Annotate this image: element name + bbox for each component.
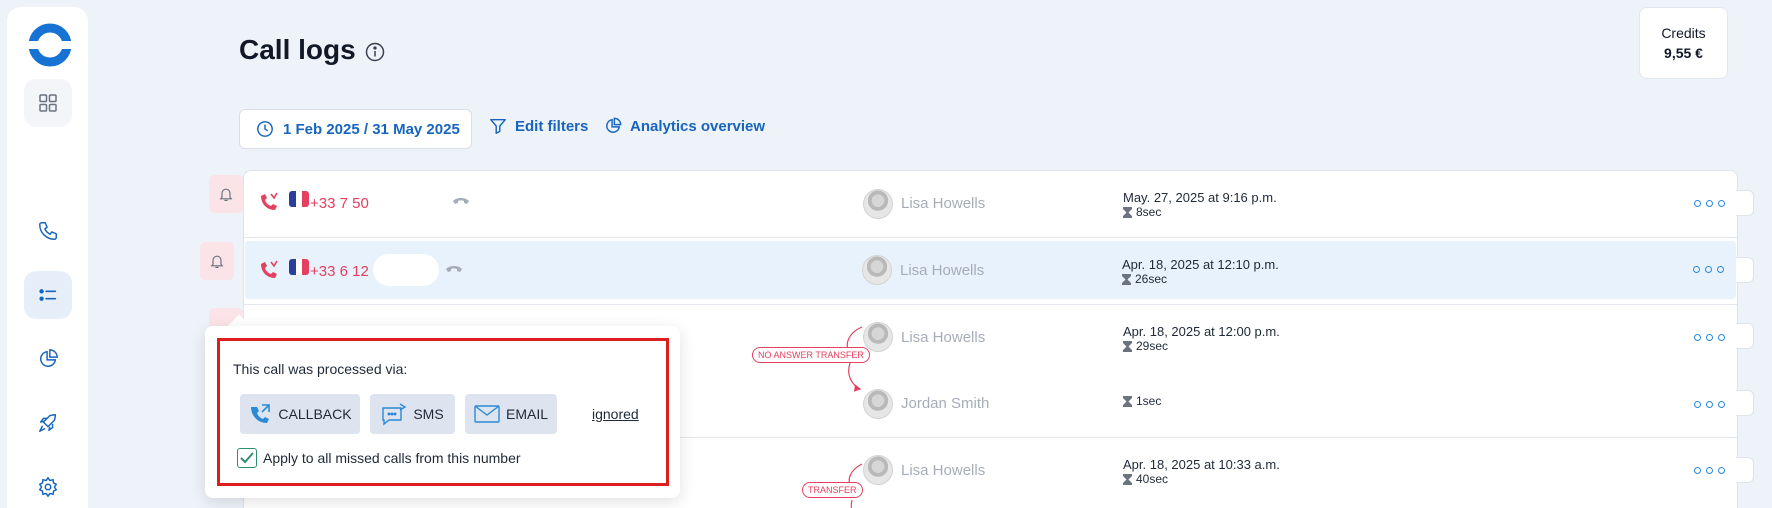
date-range-button[interactable]: 1 Feb 2025 / 31 May 2025	[239, 109, 472, 149]
duration-value: 8sec	[1136, 205, 1162, 219]
hourglass-icon	[1123, 340, 1132, 352]
ignored-link[interactable]: ignored	[592, 406, 639, 422]
nav-call-logs[interactable]	[24, 271, 72, 319]
phone-icon	[39, 222, 57, 240]
agent-name: Lisa Howells	[901, 329, 986, 346]
hourglass-icon	[1122, 273, 1131, 285]
call-duration: 29sec	[1123, 339, 1168, 353]
callback-icon	[251, 404, 271, 423]
bell-tab-row-1[interactable]	[209, 175, 243, 213]
duration-value: 26sec	[1135, 272, 1168, 286]
hourglass-icon	[1123, 395, 1132, 407]
agent-name: Lisa Howells	[900, 262, 985, 279]
analytics-overview-button[interactable]: Analytics overview	[604, 117, 765, 135]
more-options-icon[interactable]	[1694, 334, 1725, 341]
missed-call-icon	[261, 260, 278, 278]
row-side-tab	[1736, 257, 1754, 283]
nav-analytics[interactable]	[24, 335, 72, 383]
more-options-icon[interactable]	[1694, 401, 1725, 408]
call-duration: 26sec	[1122, 272, 1167, 286]
date-range-label: 1 Feb 2025 / 31 May 2025	[283, 120, 460, 138]
missed-call-icon	[261, 192, 278, 210]
row-side-tab	[1736, 323, 1754, 349]
avatar	[862, 255, 892, 285]
agent-name: Lisa Howells	[901, 195, 986, 212]
transfer-duration: 1sec	[1123, 394, 1161, 408]
nav-dashboard[interactable]	[24, 79, 72, 127]
credits-value: 9,55 €	[1664, 45, 1703, 61]
dashboard-icon	[39, 94, 57, 112]
caller-number[interactable]: +33 6 12	[310, 263, 369, 280]
avatar	[863, 455, 893, 485]
clock-icon	[257, 121, 273, 137]
transfer-agent-name: Jordan Smith	[901, 395, 990, 412]
duration-value: 1sec	[1136, 394, 1162, 408]
email-label: EMAIL	[505, 406, 548, 422]
call-date: Apr. 18, 2025 at 12:00 p.m.	[1123, 324, 1280, 339]
callback-button[interactable]: CALLBACK	[240, 394, 360, 434]
more-options-icon[interactable]	[1694, 200, 1725, 207]
sms-icon	[382, 403, 407, 426]
nav-launch[interactable]	[24, 399, 72, 447]
row-side-tab	[1736, 390, 1754, 416]
page-title: Call logs	[239, 34, 356, 65]
settings-gear-icon	[38, 476, 58, 498]
table-row-selected[interactable]: +33 6 12 Lisa Howells Apr. 18, 2025 at 1…	[245, 241, 1736, 299]
row-divider	[244, 237, 1737, 238]
row-side-tab	[1736, 457, 1754, 483]
hang-up-icon	[453, 198, 469, 204]
rocket-icon	[39, 414, 57, 432]
avatar	[863, 389, 893, 419]
edit-filters-button[interactable]: Edit filters	[489, 117, 588, 135]
call-duration: 8sec	[1123, 205, 1161, 219]
more-options-icon[interactable]	[1694, 467, 1725, 474]
sms-label: SMS	[413, 406, 444, 422]
apply-all-checkbox[interactable]	[237, 448, 257, 468]
row-side-tab	[1736, 190, 1754, 216]
nav-settings[interactable]	[24, 463, 72, 508]
sidebar	[7, 7, 88, 508]
pie-chart-icon	[606, 117, 622, 133]
call-date: May. 27, 2025 at 9:16 p.m.	[1123, 190, 1277, 205]
caller-number[interactable]: +33 7 50	[310, 195, 369, 212]
email-button[interactable]: EMAIL	[465, 394, 557, 434]
processed-via-popup: This call was processed via: CALLBACK SM…	[205, 326, 680, 498]
call-duration: 40sec	[1123, 472, 1168, 486]
logo-icon[interactable]	[26, 21, 74, 69]
bell-tab-row-2[interactable]	[200, 242, 234, 280]
duration-value: 40sec	[1136, 472, 1169, 486]
hang-up-icon	[446, 266, 462, 272]
info-icon[interactable]	[365, 42, 385, 62]
no-answer-transfer-badge: NO ANSWER TRANSFER	[752, 347, 870, 363]
agent-name: Lisa Howells	[901, 462, 986, 479]
hourglass-icon	[1123, 473, 1132, 485]
france-flag-icon	[289, 191, 309, 207]
bell-icon	[210, 255, 224, 268]
analytics-overview-label: Analytics overview	[630, 117, 766, 135]
callback-label: CALLBACK	[278, 406, 352, 422]
apply-all-label[interactable]: Apply to all missed calls from this numb…	[263, 450, 521, 466]
sms-button[interactable]: SMS	[370, 394, 455, 434]
duration-value: 29sec	[1136, 339, 1169, 353]
more-options-icon[interactable]	[1693, 266, 1724, 273]
france-flag-icon	[289, 259, 309, 275]
email-icon	[474, 405, 500, 423]
hourglass-icon	[1123, 206, 1132, 218]
call-log-list-icon	[39, 289, 57, 301]
redacted-number	[373, 254, 439, 286]
transfer-badge: TRANSFER	[802, 482, 863, 498]
nav-phone[interactable]	[24, 207, 72, 255]
avatar	[863, 189, 893, 219]
analytics-pie-icon	[40, 349, 58, 367]
credits-label: Credits	[1661, 25, 1706, 41]
call-date: Apr. 18, 2025 at 10:33 a.m.	[1123, 457, 1280, 472]
filter-icon	[490, 118, 506, 134]
table-row[interactable]: +33 7 50 Lisa Howells May. 27, 2025 at 9…	[244, 171, 1737, 237]
bell-icon	[219, 188, 233, 201]
call-date: Apr. 18, 2025 at 12:10 p.m.	[1122, 257, 1279, 272]
edit-filters-label: Edit filters	[515, 117, 589, 135]
popup-title: This call was processed via:	[233, 361, 408, 377]
credits-box: Credits 9,55 €	[1639, 7, 1728, 79]
checkmark-icon	[240, 452, 254, 464]
